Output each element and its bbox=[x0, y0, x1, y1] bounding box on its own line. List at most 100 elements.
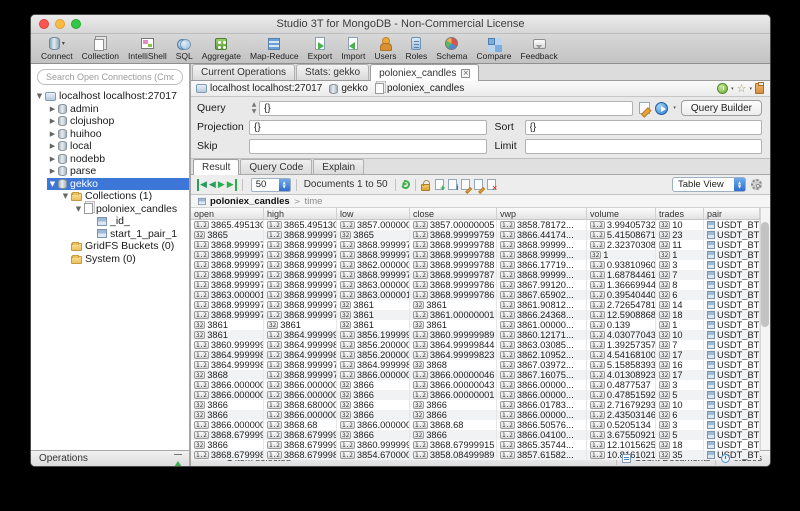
cell-volume[interactable]: 1.20.5205134 bbox=[587, 420, 656, 430]
cell-low[interactable]: 1.23864.99999823 bbox=[337, 360, 410, 370]
cell-trades[interactable]: 327 bbox=[656, 340, 704, 350]
cell-volume[interactable]: 321 bbox=[587, 250, 656, 260]
tree-item-local[interactable]: ▶local bbox=[31, 140, 189, 153]
table-settings-gear-icon[interactable] bbox=[751, 179, 762, 190]
query-collapse-icon[interactable]: ▲▼ bbox=[249, 101, 259, 115]
column-header-vwp[interactable]: vwp bbox=[497, 208, 587, 219]
query-history-dropdown-icon[interactable]: ▾ bbox=[731, 86, 734, 92]
cell-pair[interactable]: USDT_BTC bbox=[704, 380, 760, 390]
cell-close[interactable]: 1.23861.00000001 bbox=[410, 310, 497, 320]
cell-vwp[interactable]: 1.23868.99999... bbox=[497, 240, 587, 250]
expand-arrow-icon[interactable]: ▶ bbox=[48, 167, 57, 175]
query-history-icon[interactable] bbox=[717, 83, 728, 94]
cell-pair[interactable]: USDT_BTC bbox=[704, 440, 760, 450]
cell-close[interactable]: 1.23868.67999915 bbox=[410, 440, 497, 450]
last-page-button[interactable]: ▶ bbox=[226, 179, 237, 191]
scrollbar-thumb[interactable] bbox=[761, 222, 769, 327]
cell-open[interactable]: 1.23868.99999788 bbox=[191, 250, 264, 260]
cell-vwp[interactable]: 1.23866.00000... bbox=[497, 410, 587, 420]
cell-close[interactable]: 1.23864.99999823 bbox=[410, 350, 497, 360]
toolbar-item-collection[interactable]: Collection bbox=[82, 35, 119, 61]
result-tab-explain[interactable]: Explain bbox=[313, 159, 364, 174]
table-row[interactable]: 1.23868.999997881.23868.999997881.23862.… bbox=[191, 260, 760, 270]
cell-open[interactable]: 1.23864.99999815 bbox=[191, 350, 264, 360]
cell-trades[interactable]: 3217 bbox=[656, 350, 704, 360]
tree-item-id[interactable]: _id_ bbox=[31, 215, 189, 228]
refresh-icon[interactable] bbox=[399, 179, 411, 191]
cell-vwp[interactable]: 1.23866.00000... bbox=[497, 390, 587, 400]
cell-close[interactable]: 1.23868.99999788 bbox=[410, 240, 497, 250]
cell-vwp[interactable]: 1.23866.04100... bbox=[497, 430, 587, 440]
toolbar-item-compare[interactable]: Compare bbox=[476, 35, 511, 61]
cell-volume[interactable]: 1.22.72654781... bbox=[587, 300, 656, 310]
cell-open[interactable]: 323861 bbox=[191, 330, 264, 340]
cell-trades[interactable]: 3223 bbox=[656, 230, 704, 240]
cell-high[interactable]: 1.23868.68 bbox=[264, 420, 337, 430]
cell-trades[interactable]: 328 bbox=[656, 280, 704, 290]
cell-high[interactable]: 1.23868.67999899 bbox=[264, 450, 337, 460]
connect-dropdown-icon[interactable]: ▾ bbox=[62, 40, 65, 47]
cell-open[interactable]: 1.23868.99999786 bbox=[191, 300, 264, 310]
cell-trades[interactable]: 3218 bbox=[656, 440, 704, 450]
cell-low[interactable]: 1.23860.9999999 bbox=[337, 440, 410, 450]
cell-close[interactable]: 1.23864.99999844 bbox=[410, 340, 497, 350]
lock-collection-icon[interactable] bbox=[421, 184, 430, 191]
cell-volume[interactable]: 1.20.93810960... bbox=[587, 260, 656, 270]
cell-pair[interactable]: USDT_BTC bbox=[704, 340, 760, 350]
expand-arrow-icon[interactable]: ▼ bbox=[35, 92, 44, 100]
cell-open[interactable]: 323868 bbox=[191, 370, 264, 380]
cell-trades[interactable]: 3218 bbox=[656, 310, 704, 320]
column-header-trades[interactable]: trades bbox=[656, 208, 704, 219]
cell-high[interactable]: 1.23868.99999776 bbox=[264, 370, 337, 380]
cell-close[interactable]: 1.23860.99999989 bbox=[410, 330, 497, 340]
cell-low[interactable]: 1.23856.19999972 bbox=[337, 330, 410, 340]
cell-close[interactable]: 1.23868.99999759 bbox=[410, 230, 497, 240]
cell-high[interactable]: 1.23864.99999923 bbox=[264, 330, 337, 340]
cell-vwp[interactable]: 1.23861.00000... bbox=[497, 320, 587, 330]
run-options-dropdown-icon[interactable]: ▾ bbox=[673, 105, 676, 111]
cell-trades[interactable]: 321 bbox=[656, 250, 704, 260]
cell-low[interactable]: 323866 bbox=[337, 380, 410, 390]
cell-vwp[interactable]: 1.23865.35744... bbox=[497, 440, 587, 450]
page-size-stepper-icon[interactable]: ▲▼ bbox=[279, 179, 290, 191]
edit-json-button[interactable] bbox=[474, 179, 483, 190]
tree-item-parse[interactable]: ▶parse bbox=[31, 165, 189, 178]
tree-item-gekko[interactable]: ▼gekko bbox=[31, 178, 189, 191]
cell-open[interactable]: 1.23868.99999785 bbox=[191, 270, 264, 280]
cell-trades[interactable]: 323 bbox=[656, 420, 704, 430]
cell-volume[interactable]: 1.25.41508671 bbox=[587, 230, 656, 240]
cell-pair[interactable]: USDT_BTC bbox=[704, 250, 760, 260]
projection-input[interactable] bbox=[249, 120, 487, 135]
table-row[interactable]: 1.23868.999997521.23868.999997881.23868.… bbox=[191, 240, 760, 250]
cell-high[interactable]: 1.23864.9999987 bbox=[264, 340, 337, 350]
table-row[interactable]: 1.23868.999997871.23868.999997881.23863.… bbox=[191, 280, 760, 290]
cell-trades[interactable]: 3216 bbox=[656, 360, 704, 370]
table-row[interactable]: 1.23866.000000261.23866.000000433238661.… bbox=[191, 380, 760, 390]
cell-high[interactable]: 1.23868.99999788 bbox=[264, 270, 337, 280]
cell-pair[interactable]: USDT_BTC bbox=[704, 400, 760, 410]
cell-volume[interactable]: 1.25.15858393 bbox=[587, 360, 656, 370]
cell-vwp[interactable]: 1.23857.61582... bbox=[497, 450, 587, 460]
cell-high[interactable]: 323861 bbox=[264, 320, 337, 330]
cell-low[interactable]: 323865 bbox=[337, 230, 410, 240]
cell-low[interactable]: 323861 bbox=[337, 300, 410, 310]
tree-item-admin[interactable]: ▶admin bbox=[31, 103, 189, 116]
cell-open[interactable]: 1.23866.00000001 bbox=[191, 420, 264, 430]
cell-close[interactable]: 1.23866.00000043 bbox=[410, 380, 497, 390]
cell-open[interactable]: 323866 bbox=[191, 400, 264, 410]
tree-item-collections-1[interactable]: ▼Collections (1) bbox=[31, 190, 189, 203]
cell-low[interactable]: 323866 bbox=[337, 410, 410, 420]
result-tab-query-code[interactable]: Query Code bbox=[240, 159, 312, 174]
breadcrumb-item-localhost-localhost-27017[interactable]: localhost localhost:27017 bbox=[195, 83, 322, 94]
cell-pair[interactable]: USDT_BTC bbox=[704, 310, 760, 320]
cell-close[interactable]: 323861 bbox=[410, 300, 497, 310]
expand-arrow-icon[interactable]: ▼ bbox=[61, 192, 70, 200]
cell-high[interactable]: 1.23868.99999786 bbox=[264, 300, 337, 310]
cell-close[interactable]: 1.23866.00000001 bbox=[410, 390, 497, 400]
cell-volume[interactable]: 1.24.54168100... bbox=[587, 350, 656, 360]
cell-close[interactable]: 323868 bbox=[410, 360, 497, 370]
skip-input[interactable] bbox=[249, 139, 487, 154]
cell-vwp[interactable]: 1.23867.99120... bbox=[497, 280, 587, 290]
cell-open[interactable]: 1.23868.67999997 bbox=[191, 430, 264, 440]
cell-open[interactable]: 1.23864.99999823 bbox=[191, 360, 264, 370]
